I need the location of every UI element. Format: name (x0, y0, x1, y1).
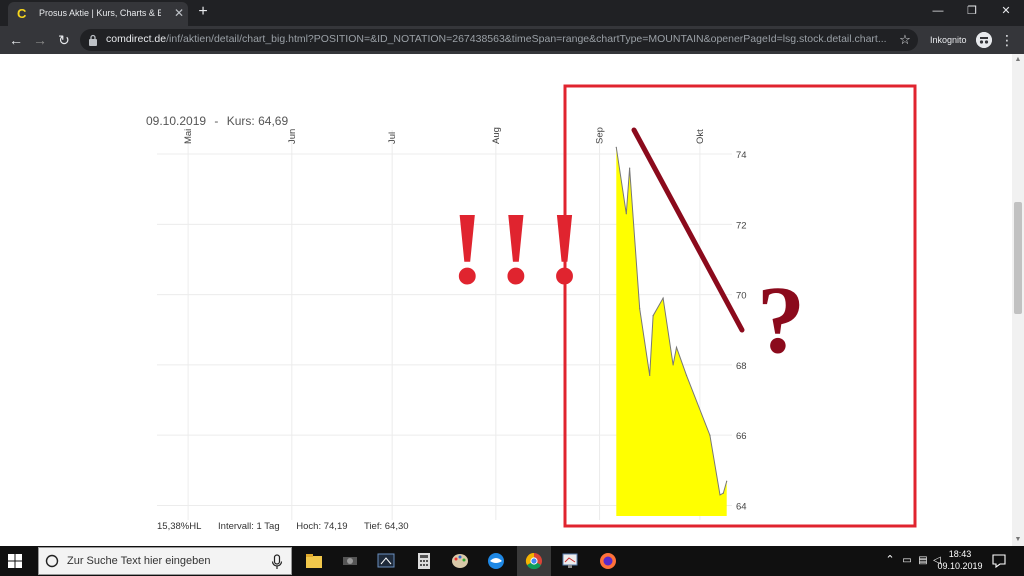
x-tick-label: Jul (387, 132, 398, 144)
price-point (719, 494, 721, 496)
browser-window: C Prosus Aktie | Kurs, Charts & Entv ✕ +… (0, 0, 1024, 576)
y-tick-label: 72 (736, 220, 747, 231)
footer-tief: Tief: 64,30 (363, 521, 409, 532)
x-axis-ticks: Mai Jun Jul Aug Sep Okt (183, 127, 706, 144)
price-point (726, 480, 728, 482)
incognito-label: Inkognito (930, 35, 967, 45)
footer-interval: Intervall: 1 Tag (218, 521, 280, 532)
scroll-thumb[interactable] (1014, 202, 1022, 314)
page-content: 09.10.2019 - Kurs: 64,69 Mai Jun Jul Aug Sep… (0, 54, 1012, 546)
tray-expand-icon[interactable]: ⌃ (884, 553, 896, 567)
chrome-icon[interactable] (524, 551, 544, 571)
window-app-icon[interactable] (376, 551, 396, 571)
exclamation-marks: !!! (450, 191, 596, 306)
bookmark-star-icon[interactable]: ☆ (896, 31, 914, 49)
x-tick-label: Sep (595, 127, 606, 144)
chart-footer: 15,38%HL Intervall: 1 Tag Hoch: 74,19 Ti… (157, 521, 557, 535)
address-bar[interactable]: comdirect.de/inf/aktien/detail/chart_big… (80, 29, 918, 51)
taskbar-search-box[interactable]: Zur Suche Text hier eingeben (38, 547, 292, 575)
price-point (675, 346, 678, 348)
title-bar: C Prosus Aktie | Kurs, Charts & Entv ✕ +… (0, 0, 1024, 26)
network-icon[interactable]: ▤ (916, 554, 930, 568)
paint-icon[interactable] (450, 551, 470, 571)
notification-icon[interactable] (992, 554, 1006, 568)
price-point (625, 213, 627, 215)
comdirect-favicon-icon: C (17, 6, 27, 21)
restore-button[interactable]: ❐ (956, 2, 988, 22)
price-point (709, 434, 711, 436)
forward-button[interactable]: → (30, 30, 50, 50)
windows-start-icon[interactable] (8, 554, 22, 568)
search-placeholder: Zur Suche Text hier eingeben (67, 555, 211, 567)
url-text: comdirect.de/inf/aktien/detail/chart_big… (106, 33, 886, 47)
price-point (649, 374, 651, 377)
x-tick-label: Okt (695, 129, 706, 144)
clock-time[interactable]: 18:43 (942, 549, 978, 561)
y-tick-label: 74 (736, 150, 747, 161)
price-point (652, 315, 654, 317)
scroll-up-icon[interactable]: ▲ (1014, 56, 1022, 64)
price-point (685, 374, 688, 377)
back-button[interactable]: ← (6, 30, 26, 50)
y-tick-label: 66 (736, 431, 747, 442)
new-tab-button[interactable]: + (195, 4, 211, 20)
price-point (672, 364, 674, 366)
monitor-app-icon[interactable] (560, 551, 580, 571)
minimize-button[interactable]: — (922, 2, 954, 22)
mail-app-icon[interactable] (486, 551, 506, 571)
scroll-down-icon[interactable]: ▼ (1014, 536, 1022, 544)
url-path: /inf/aktien/detail/chart_big.html?POSITI… (166, 33, 886, 45)
battery-icon[interactable]: ▭ (900, 554, 914, 568)
x-tick-label: Mai (183, 129, 194, 144)
url-host: comdirect.de (106, 33, 167, 45)
app-icon-3d[interactable] (340, 551, 360, 571)
tab-title: Prosus Aktie | Kurs, Charts & Entv (39, 8, 161, 18)
price-point (662, 297, 664, 299)
footer-hoch: Hoch: 74,19 (296, 521, 348, 532)
calculator-icon[interactable] (414, 551, 434, 571)
windows-taskbar: Zur Suche Text hier eingeben ⌃ ▭ ▤ ◁ 18:… (0, 546, 1024, 576)
page-scrollbar[interactable]: ▲ ▼ (1012, 54, 1024, 546)
price-chart: Mai Jun Jul Aug Sep Okt 74 72 70 68 66 64 !!!? (157, 84, 917, 528)
search-icon (45, 554, 59, 568)
clock-date[interactable]: 09.10.2019 (936, 561, 984, 573)
browser-menu-icon[interactable]: ⋮ (1000, 31, 1014, 49)
lock-icon (89, 34, 97, 46)
x-tick-label: Aug (491, 127, 502, 144)
price-point (639, 308, 641, 310)
tab-close-icon[interactable]: ✕ (172, 6, 186, 20)
y-tick-label: 64 (736, 501, 747, 512)
y-tick-label: 68 (736, 361, 747, 372)
browser-toolbar: ← → ↻ comdirect.de/inf/aktien/detail/cha… (0, 26, 1024, 54)
close-window-button[interactable]: ✕ (990, 2, 1022, 22)
slash-mark (631, 127, 745, 333)
microphone-icon[interactable] (271, 554, 283, 570)
y-tick-label: 70 (736, 291, 747, 302)
browser-tab[interactable]: C Prosus Aktie | Kurs, Charts & Entv ✕ (8, 2, 188, 26)
price-point (722, 492, 724, 494)
footer-hl: 15,38%HL (157, 521, 202, 532)
price-point (629, 167, 631, 169)
reload-button[interactable]: ↻ (54, 30, 74, 50)
x-tick-label: Jun (287, 129, 298, 144)
price-point (615, 146, 617, 148)
question-mark: ? (757, 266, 805, 373)
file-explorer-icon[interactable] (304, 551, 324, 571)
firefox-icon[interactable] (598, 551, 618, 571)
incognito-icon[interactable] (976, 32, 992, 48)
